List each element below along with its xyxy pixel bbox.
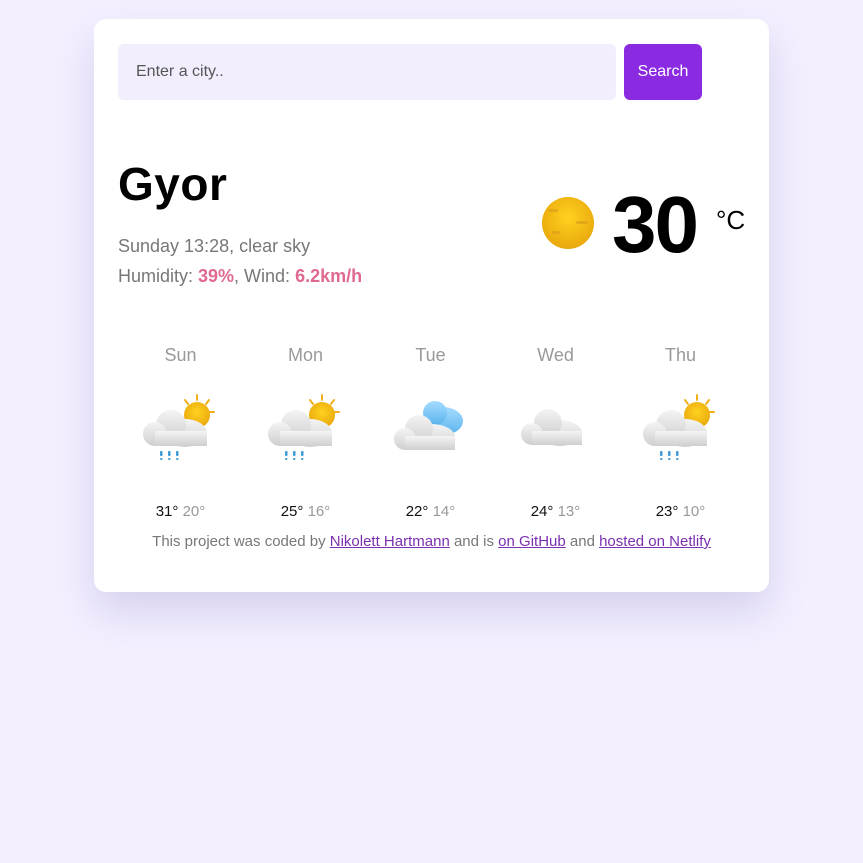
forecast-temps: 31° 20° bbox=[118, 503, 243, 520]
forecast-temps: 25° 16° bbox=[243, 503, 368, 520]
forecast-min: 14° bbox=[432, 503, 456, 520]
wind-label: , Wind: bbox=[234, 266, 296, 286]
city-name: Gyor bbox=[118, 158, 228, 210]
footer-and: and bbox=[565, 533, 600, 550]
forecast-max: 31° bbox=[155, 503, 179, 520]
forecast-day-name: Mon bbox=[287, 345, 323, 365]
humidity-label: Humidity: bbox=[118, 266, 199, 286]
author-link[interactable]: Nikolett Hartmann bbox=[330, 533, 450, 550]
weather-card: Search Gyor Sunday 13:28, clear sky Humi… bbox=[94, 19, 769, 592]
forecast-day-name: Wed bbox=[537, 345, 574, 365]
footer-middle: and is bbox=[449, 533, 499, 550]
forecast-max: 22° bbox=[405, 503, 429, 520]
forecast-temps: 22° 14° bbox=[368, 503, 493, 520]
current-temperature: 30 °C bbox=[538, 180, 748, 277]
forecast-max: 25° bbox=[280, 503, 304, 520]
forecast-day: Tue 22° 14° bbox=[368, 341, 493, 520]
forecast-day: Wed 24° 13° bbox=[493, 341, 618, 520]
forecast: Sun 31° 20° Mon 25° 16° Tue 22° 14° Wed … bbox=[118, 341, 744, 521]
search-button[interactable]: Search bbox=[624, 44, 702, 100]
forecast-min: 10° bbox=[682, 503, 706, 520]
sun-cloud-rain-icon bbox=[642, 394, 715, 460]
forecast-min: 16° bbox=[307, 503, 331, 520]
forecast-max: 24° bbox=[530, 503, 554, 520]
forecast-day: Sun 31° 20° bbox=[118, 341, 243, 520]
forecast-min: 20° bbox=[182, 503, 206, 520]
footer-prefix: This project was coded by bbox=[152, 533, 330, 550]
sun-cloud-rain-icon bbox=[142, 394, 215, 460]
forecast-min: 13° bbox=[557, 503, 581, 520]
forecast-max: 23° bbox=[655, 503, 679, 520]
sun-icon bbox=[542, 197, 594, 249]
forecast-day-name: Sun bbox=[164, 345, 197, 365]
forecast-day-name: Thu bbox=[664, 345, 697, 365]
search-form: Search bbox=[118, 44, 702, 100]
forecast-temps: 23° 10° bbox=[618, 503, 743, 520]
forecast-day: Mon 25° 16° bbox=[243, 341, 368, 520]
footer: This project was coded by Nikolett Hartm… bbox=[94, 533, 769, 550]
clouds-icon bbox=[393, 401, 463, 450]
humidity-wind: Humidity: 39%, Wind: 6.2km/h bbox=[118, 261, 362, 291]
github-link[interactable]: on GitHub bbox=[498, 533, 566, 550]
weather-details: Sunday 13:28, clear sky Humidity: 39%, W… bbox=[118, 231, 362, 291]
date-description: Sunday 13:28, clear sky bbox=[118, 236, 311, 256]
wind-value: 6.2km/h bbox=[295, 266, 363, 286]
forecast-day-name: Tue bbox=[415, 345, 446, 365]
sun-cloud-rain-icon bbox=[267, 394, 340, 460]
cloud-icon bbox=[520, 409, 582, 446]
temperature-value: 30 bbox=[612, 180, 699, 269]
forecast-day: Thu 23° 10° bbox=[618, 341, 743, 520]
forecast-temps: 24° 13° bbox=[493, 503, 618, 520]
temperature-unit[interactable]: °C bbox=[716, 205, 745, 236]
city-search-input[interactable] bbox=[118, 44, 616, 100]
humidity-value: 39% bbox=[198, 266, 235, 286]
netlify-link[interactable]: hosted on Netlify bbox=[599, 533, 711, 550]
